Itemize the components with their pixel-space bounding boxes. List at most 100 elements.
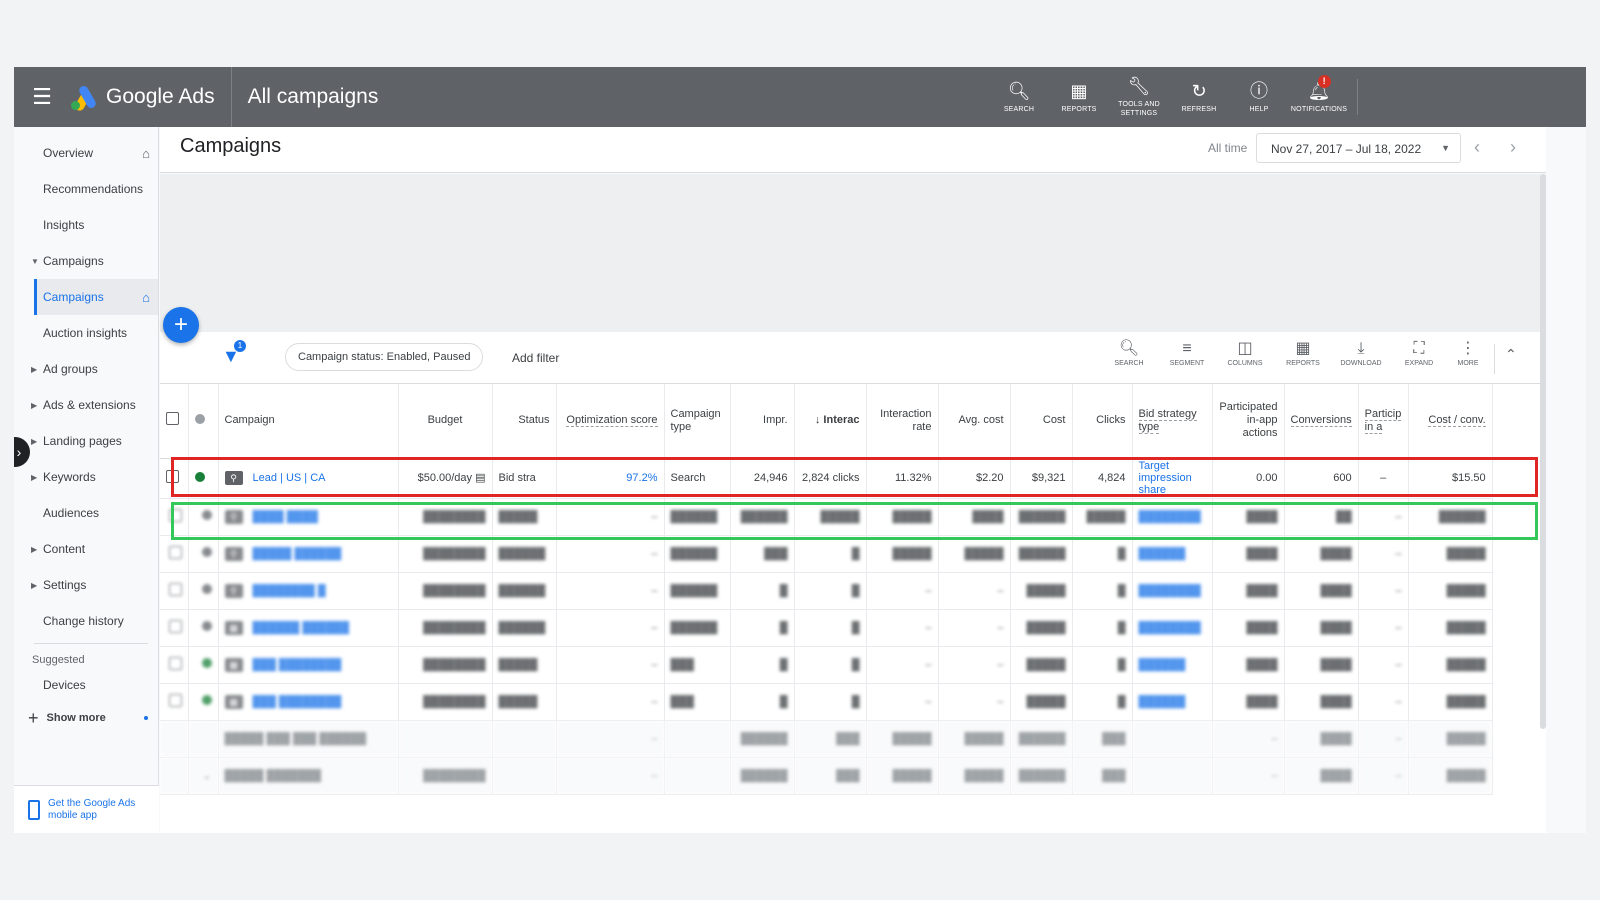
sidebar-item-audiences[interactable]: Audiences [14,495,158,531]
table-row[interactable]: ▦ ███ ████████ ████████ █████ – ███ █ █ – – █████ █… [160,683,1493,721]
more-button[interactable]: ⋮ MORE [1448,338,1488,374]
sidebar-item-recommendations[interactable]: Recommendations [14,171,158,207]
sidebar-item-settings[interactable]: ▶ Settings [14,567,158,603]
vertical-scrollbar[interactable] [1540,174,1546,729]
sidebar-item-auction-insights[interactable]: Auction insights [14,315,158,351]
help-button[interactable]: ⓘ HELP [1229,67,1289,127]
caret-right-icon: ▶ [31,472,38,482]
select-all-header[interactable] [160,384,189,459]
bid-strategy-cell[interactable]: Target impression share [1132,458,1213,499]
column-header-campaign[interactable]: Campaign [218,384,399,459]
brand-name: Google Ads [106,85,215,108]
column-header-conversions[interactable]: Conversions [1284,384,1359,459]
refresh-label: REFRESH [1181,105,1217,113]
table-row[interactable]: ▦ ██████ ██████ ████████ ██████ – ██████ █ █ – – █… [160,609,1493,647]
column-header-impressions[interactable]: Impr. [730,384,795,459]
table-row[interactable]: ⚲ ████████ █ ████████ ██████ – ██████ █ █ – – ████… [160,572,1493,610]
refresh-icon: ↻ [1191,80,1207,101]
columns-button[interactable]: ◫ COLUMNS [1216,338,1274,374]
columns-icon: ◫ [1237,340,1253,357]
column-header-cost-per-conv[interactable]: Cost / conv. [1408,384,1493,459]
filter-chip-campaign-status[interactable]: Campaign status: Enabled, Paused [285,343,484,371]
expand-button[interactable]: ⛶ EXPAND [1390,338,1448,374]
notifications-button[interactable]: 🔔︎! NOTIFICATIONS [1289,67,1349,127]
sidebar-item-devices[interactable]: Devices [14,670,158,700]
table-reports-button[interactable]: ▦ REPORTS [1274,338,1332,374]
column-header-budget[interactable]: Budget [398,384,493,459]
menu-icon[interactable]: ☰ [14,67,70,127]
previous-period-icon[interactable]: ‹ [1474,137,1480,158]
download-button[interactable]: ⤓ DOWNLOAD [1332,338,1390,374]
refresh-button[interactable]: ↻ REFRESH [1169,67,1229,127]
tool-label: COLUMNS [1227,360,1263,367]
status-dot-header [188,384,219,459]
collapse-chart-icon[interactable]: ⌃ [1505,346,1517,374]
cost-cell: $9,321 [1010,458,1073,499]
column-header-interaction-rate[interactable]: Interaction rate [866,384,939,459]
row-checkbox[interactable] [166,470,179,483]
header-label: Cost / conv. [1428,414,1486,428]
table-row[interactable]: ⚲ █████ ██████ ████████ ██████ – ██████ ███ █ ██… [160,535,1493,573]
column-header-bid-strategy-type[interactable]: Bid strategy type [1132,384,1213,459]
date-range-picker[interactable]: Nov 27, 2017 – Jul 18, 2022 ▼ [1256,133,1461,163]
table-row[interactable]: ⚲ Lead | US | CA $50.00/day ▤ Bid stra 97… [160,458,1493,499]
segment-button[interactable]: ≡ SEGMENT [1158,338,1216,374]
sidebar-item-change-history[interactable]: Change history [14,603,158,639]
tools-settings-button[interactable]: 🔧︎ TOOLS AND SETTINGS [1109,67,1169,127]
header-label: Bid strategy type [1138,407,1197,434]
google-ads-logo[interactable]: Google Ads [70,67,232,127]
home-icon: ⌂ [142,289,150,305]
top-reports-button[interactable]: ▦ REPORTS [1049,67,1109,127]
row-status-cell [188,458,219,499]
cost-per-conv-cell: $15.50 [1408,458,1493,499]
tool-label: REPORTS [1286,360,1320,367]
notification-badge: ! [1317,74,1331,88]
row-select-cell[interactable] [160,458,189,499]
budget-cell[interactable]: $50.00/day ▤ [398,458,493,499]
column-header-interactions[interactable]: ↓ Interac [794,384,867,459]
header-label: Optimization score [566,414,658,428]
tool-label: MORE [1457,360,1479,367]
column-header-participated[interactable]: Particip in a [1358,384,1409,459]
table-row[interactable]: ▦ ███ ████████ ████████ █████ – ███ █ █ – – █████ █… [160,646,1493,684]
all-time-label: All time [1208,141,1248,155]
campaign-name-cell[interactable]: ⚲ Lead | US | CA [218,458,399,499]
phone-icon [28,799,40,820]
table-row[interactable]: ⚲ ████ ████ ████████ █████ – ██████ ██████ ████… [160,498,1493,536]
sidebar-item-campaigns[interactable]: Campaigns ⌂ [34,279,158,315]
show-more-button[interactable]: + Show more [14,700,158,736]
select-all-checkbox[interactable] [166,412,179,426]
reports-icon: ▦ [1070,80,1088,101]
caret-down-icon: ▼ [31,256,39,266]
next-period-icon[interactable]: › [1510,137,1516,158]
table-search-button[interactable]: 🔍︎ SEARCH [1100,338,1158,374]
sidebar-item-keywords[interactable]: ▶ Keywords [14,459,158,495]
column-header-avg-cost[interactable]: Avg. cost [938,384,1011,459]
caret-right-icon: ▶ [31,436,38,446]
sidebar-item-ad-groups[interactable]: ▶ Ad groups [14,351,158,387]
column-header-status[interactable]: Status [492,384,557,459]
optimization-score-cell[interactable]: 97.2% [556,458,665,499]
header-label: Particip in a [1364,407,1402,434]
sidebar-group-campaigns[interactable]: ▼ Campaigns [14,243,158,279]
add-filter-button[interactable]: Add filter [512,351,559,365]
sidebar-item-ads-extensions[interactable]: ▶ Ads & extensions [14,387,158,423]
top-search-button[interactable]: 🔍︎ SEARCH [989,67,1049,127]
create-campaign-button[interactable]: + [163,307,199,343]
campaign-name-link[interactable]: Lead | US | CA [253,472,326,484]
column-header-clicks[interactable]: Clicks [1072,384,1133,459]
sidebar-item-overview[interactable]: Overview ⌂ [14,135,158,171]
home-icon: ⌂ [142,145,150,161]
mobile-app-link[interactable]: Get the Google Ads mobile app [14,785,159,833]
column-header-in-app-actions[interactable]: Participated in-app actions [1212,384,1285,459]
total-row: █████ ███ ███ ██████ – ██████ ███ █████ █████… [160,720,1493,758]
sidebar-item-insights[interactable]: Insights [14,207,158,243]
budget-chart-icon[interactable]: ▤ [475,472,485,484]
sidebar-item-content[interactable]: ▶ Content [14,531,158,567]
wrench-icon: 🔧︎ [1127,76,1151,96]
column-header-cost[interactable]: Cost [1010,384,1073,459]
column-header-campaign-type[interactable]: Campaign type [664,384,731,459]
toolbar-divider [1494,344,1495,374]
sidebar-item-landing-pages[interactable]: ▶ Landing pages [14,423,158,459]
column-header-optimization-score[interactable]: Optimization score [556,384,665,459]
